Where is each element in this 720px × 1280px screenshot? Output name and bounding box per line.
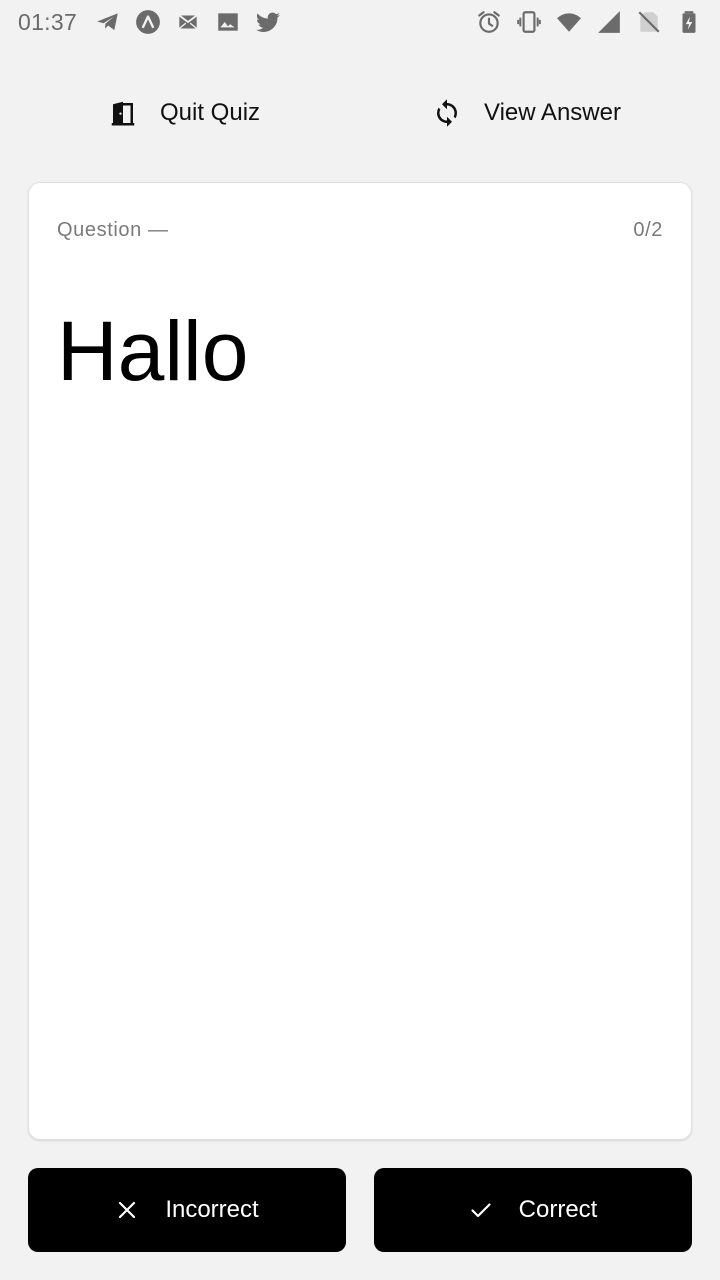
no-sim-icon (636, 9, 662, 35)
quit-quiz-label: Quit Quiz (160, 99, 261, 126)
view-answer-label: View Answer (484, 99, 621, 126)
battery-charging-icon (676, 9, 702, 35)
incorrect-label: Incorrect (165, 1196, 259, 1223)
app-launcher-icon (135, 9, 161, 35)
status-time: 01:37 (18, 8, 78, 35)
telegram-icon (95, 9, 121, 35)
exit-door-icon (108, 98, 138, 128)
question-card: Question — 0/2 Hallo (28, 182, 692, 1140)
status-right (476, 9, 702, 35)
alarm-icon (476, 9, 502, 35)
close-icon (115, 1198, 139, 1222)
view-answer-button[interactable]: View Answer (432, 80, 621, 146)
flip-icon (432, 98, 462, 128)
check-icon (469, 1198, 493, 1222)
twitter-icon (255, 9, 281, 35)
vibrate-icon (516, 9, 542, 35)
incorrect-button[interactable]: Incorrect (28, 1168, 346, 1252)
quiz-action-bar: Quit Quiz View Answer (0, 80, 720, 146)
quit-quiz-button[interactable]: Quit Quiz (108, 80, 260, 146)
cell-signal-icon (596, 9, 622, 35)
card-header: Question — 0/2 (57, 219, 663, 242)
status-bar: 01:37 (0, 0, 720, 44)
question-label: Question — (57, 219, 169, 241)
image-icon (215, 9, 241, 35)
wifi-icon (556, 9, 582, 35)
status-left: 01:37 (18, 9, 281, 36)
mail-icon (175, 9, 201, 35)
correct-button[interactable]: Correct (374, 1168, 692, 1252)
correct-label: Correct (518, 1196, 598, 1223)
progress-counter: 0/2 (633, 219, 663, 241)
question-word: Hallo (57, 304, 249, 398)
